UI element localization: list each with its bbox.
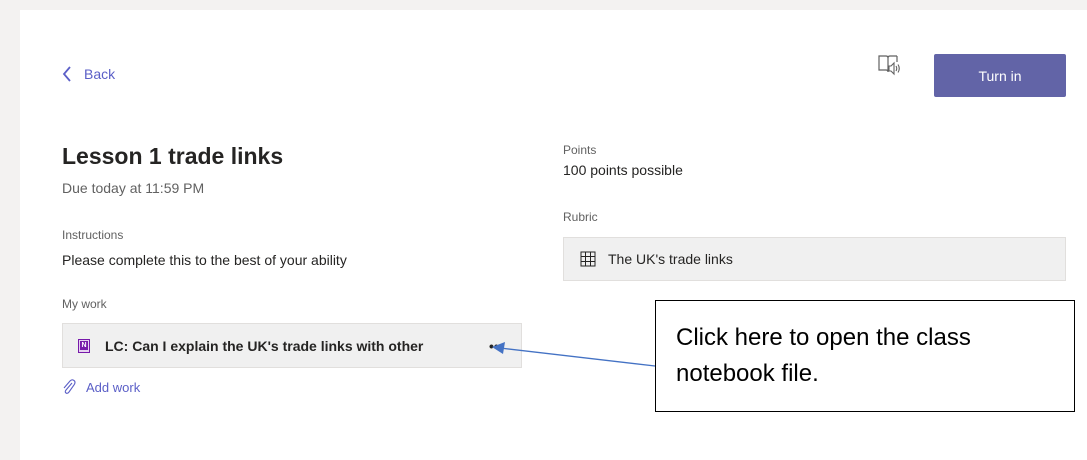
immersive-reader-icon[interactable] (877, 53, 901, 82)
instructions-label: Instructions (62, 228, 124, 242)
assignment-title: Lesson 1 trade links (62, 143, 284, 169)
more-options-icon[interactable]: ••• (489, 338, 504, 354)
points-value: 100 points possible (563, 162, 683, 178)
onenote-icon: N (78, 338, 92, 354)
paperclip-icon (63, 379, 76, 394)
grid-icon (580, 251, 596, 267)
rubric-card[interactable]: The UK's trade links (563, 237, 1066, 281)
add-work-button[interactable]: Add work (62, 379, 140, 395)
onenote-file-card[interactable]: N LC: Can I explain the UK's trade links… (62, 323, 522, 368)
points-label: Points (563, 143, 597, 157)
back-label: Back (84, 66, 116, 82)
chevron-left-icon (62, 66, 71, 82)
due-date: Due today at 11:59 PM (62, 180, 205, 196)
back-button[interactable]: Back (62, 66, 115, 82)
my-work-label: My work (62, 297, 107, 311)
rubric-name: The UK's trade links (608, 251, 733, 267)
file-name: LC: Can I explain the UK's trade links w… (105, 337, 424, 354)
turn-in-button[interactable]: Turn in (934, 54, 1066, 97)
add-work-label: Add work (86, 379, 141, 395)
callout-box: Click here to open the class notebook fi… (655, 300, 1075, 412)
rubric-label: Rubric (563, 210, 598, 224)
instructions-text: Please complete this to the best of your… (62, 252, 347, 268)
